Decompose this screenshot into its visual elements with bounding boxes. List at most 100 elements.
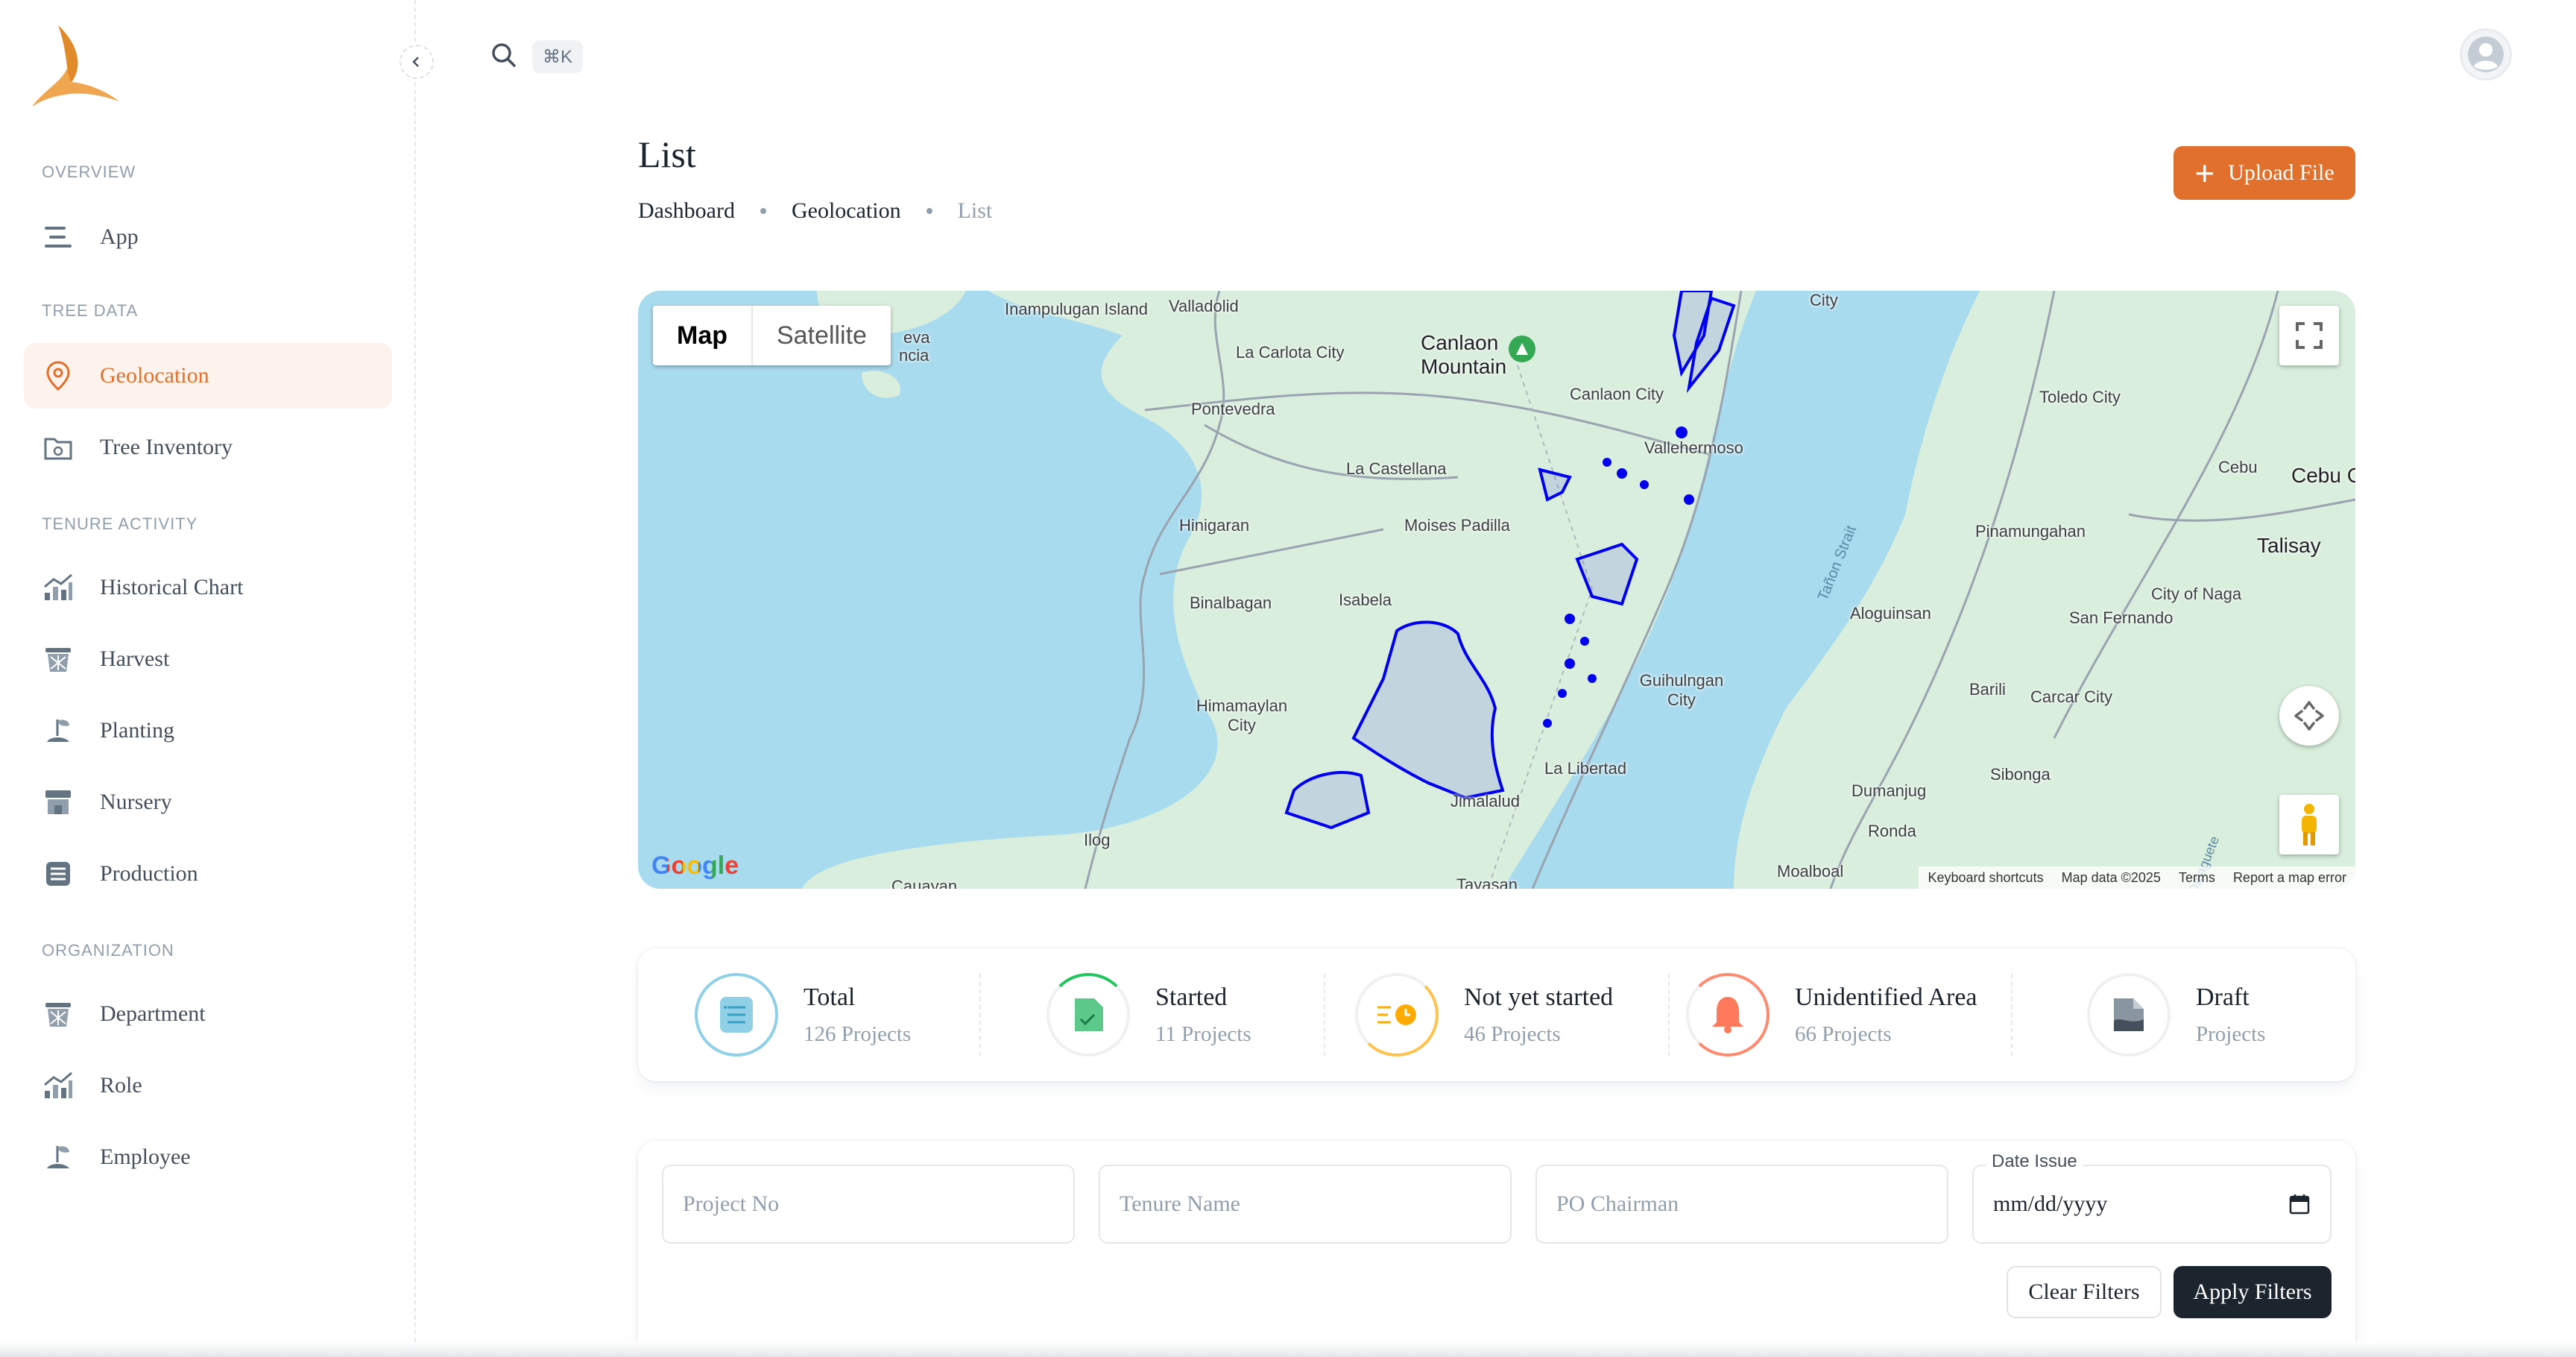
breadcrumb: Dashboard Geolocation List xyxy=(638,198,992,224)
sidebar-item-label: App xyxy=(100,224,139,249)
map-type-satellite[interactable]: Satellite xyxy=(753,306,891,365)
project-no-input[interactable]: Project No xyxy=(662,1165,1075,1244)
keyboard-shortcuts-link[interactable]: Keyboard shortcuts xyxy=(1928,870,2043,886)
map-label: La Carlota City xyxy=(1236,343,1345,362)
user-icon xyxy=(2468,37,2504,72)
map-label: La Libertad xyxy=(1544,759,1627,778)
street-view-button[interactable] xyxy=(2279,795,2339,854)
stat-draft: Draft Projects xyxy=(2087,948,2265,1081)
chevron-left-icon xyxy=(412,57,419,67)
nav-section-tree-data: TREE DATA xyxy=(42,301,139,320)
stat-name: Not yet started xyxy=(1464,983,1614,1011)
map-label: City of Naga xyxy=(2151,585,2242,603)
fullscreen-icon xyxy=(2296,322,2323,349)
stat-name: Started xyxy=(1155,983,1228,1011)
sidebar-item-planting[interactable]: Planting xyxy=(24,698,392,763)
map-label: Dumanjug xyxy=(1852,781,1927,800)
sidebar-item-label: Production xyxy=(100,861,198,886)
sidebar-item-department[interactable]: Department xyxy=(24,981,392,1047)
upload-file-label: Upload File xyxy=(2228,160,2334,185)
sidebar-item-label: Department xyxy=(100,1001,206,1026)
calendar-icon[interactable] xyxy=(2288,1193,2311,1215)
stat-count: 126 Projects xyxy=(804,1021,912,1046)
breadcrumb-separator xyxy=(760,208,766,214)
sidebar-item-label: Geolocation xyxy=(100,363,209,388)
map-label: Canlaon City xyxy=(1570,385,1664,403)
date-issue-input[interactable]: mm/dd/yyyy xyxy=(1972,1165,2332,1244)
page-title: List xyxy=(638,133,696,175)
progress-ring xyxy=(2087,973,2171,1057)
collapse-sidebar-button[interactable] xyxy=(400,45,434,79)
draft-file-icon xyxy=(2114,998,2144,1031)
tenure-name-input[interactable]: Tenure Name xyxy=(1099,1165,1512,1244)
stat-unidentified-area: Unidentified Area 66 Projects xyxy=(1686,948,1977,1081)
store-icon xyxy=(42,786,75,819)
sidebar-item-label: Planting xyxy=(100,718,175,743)
google-wordmark: Google xyxy=(651,851,739,880)
sidebar-item-historical-chart[interactable]: Historical Chart xyxy=(24,555,392,620)
sidebar-item-app[interactable]: App xyxy=(24,204,392,270)
map-type-map[interactable]: Map xyxy=(653,306,753,365)
map-label: Inampulugan Island xyxy=(1005,300,1149,318)
map-label: Pontevedra xyxy=(1191,400,1275,418)
map-label: Aloguinsan xyxy=(1850,604,1931,623)
map-label: Ronda xyxy=(1868,822,1916,840)
sidebar-item-harvest[interactable]: Harvest xyxy=(24,626,392,692)
sidebar-item-label: Role xyxy=(100,1073,142,1098)
nav-section-organization: ORGANIZATION xyxy=(42,941,174,960)
breadcrumb-geolocation[interactable]: Geolocation xyxy=(792,198,901,224)
map-label: Cebu C xyxy=(2291,464,2355,487)
sidebar-item-geolocation[interactable]: Geolocation xyxy=(24,343,392,409)
map-type-toggle[interactable]: Map Satellite xyxy=(653,306,891,365)
progress-ring xyxy=(1686,973,1770,1057)
map-label: La Castellana xyxy=(1346,459,1447,478)
sidebar-item-production[interactable]: Production xyxy=(24,841,392,907)
sidebar-item-label: Nursery xyxy=(100,790,172,814)
chart-icon xyxy=(42,1069,75,1102)
camera-control-button[interactable] xyxy=(2279,686,2339,746)
map-data-text: Map data ©2025 xyxy=(2061,869,2161,885)
menu-lines-icon xyxy=(42,221,75,254)
map-label: Moalboal xyxy=(1777,862,1844,881)
map-pin-icon xyxy=(42,359,75,392)
clock-lines-icon xyxy=(1377,1004,1416,1025)
basket-icon xyxy=(42,643,75,676)
stat-name: Total xyxy=(804,983,856,1011)
sidebar-item-nursery[interactable]: Nursery xyxy=(24,769,392,835)
map-label: Binalbagan xyxy=(1190,594,1272,612)
sidebar-item-label: Employee xyxy=(100,1145,191,1169)
sidebar-item-employee[interactable]: Employee xyxy=(24,1124,392,1190)
divider xyxy=(1668,974,1670,1056)
stat-count: 46 Projects xyxy=(1464,1021,1561,1046)
sidebar-item-tree-inventory[interactable]: Tree Inventory xyxy=(24,415,392,480)
map-attribution: Keyboard shortcuts Map data ©2025 Terms … xyxy=(1919,866,2355,889)
avatar[interactable] xyxy=(2460,28,2512,81)
stat-not-yet-started: Not yet started 46 Projects xyxy=(1355,948,1613,1081)
map-view[interactable]: Inampulugan Island Valladolid La Carlota… xyxy=(638,291,2355,889)
terms-link[interactable]: Terms xyxy=(2179,870,2215,886)
list-icon xyxy=(720,997,753,1033)
divider xyxy=(1324,974,1325,1056)
apply-filters-button[interactable]: Apply Filters xyxy=(2174,1266,2332,1318)
po-chairman-input[interactable]: PO Chairman xyxy=(1535,1165,1948,1244)
bell-icon xyxy=(1712,997,1743,1033)
stat-count: Projects xyxy=(2196,1021,2266,1046)
map-label: Hinigaran xyxy=(1179,516,1250,535)
divider xyxy=(979,974,981,1056)
divider xyxy=(2011,974,2012,1056)
fullscreen-button[interactable] xyxy=(2279,306,2339,365)
logo[interactable] xyxy=(28,24,122,106)
sidebar-item-label: Tree Inventory xyxy=(100,435,233,459)
stat-started: Started 11 Projects xyxy=(1046,948,1251,1081)
sidebar-item-label: Historical Chart xyxy=(100,575,244,599)
clear-filters-button[interactable]: Clear Filters xyxy=(2007,1266,2162,1318)
search-icon[interactable] xyxy=(489,40,519,74)
breadcrumb-dashboard[interactable]: Dashboard xyxy=(638,198,735,224)
list-box-icon xyxy=(42,857,75,890)
sidebar-item-role[interactable]: Role xyxy=(24,1053,392,1118)
map-label: ncia xyxy=(899,346,929,365)
upload-file-button[interactable]: + Upload File xyxy=(2174,146,2355,200)
map-label: City xyxy=(1810,291,1838,309)
search-shortcut-badge[interactable]: ⌘K xyxy=(532,40,584,73)
report-error-link[interactable]: Report a map error xyxy=(2233,870,2346,886)
